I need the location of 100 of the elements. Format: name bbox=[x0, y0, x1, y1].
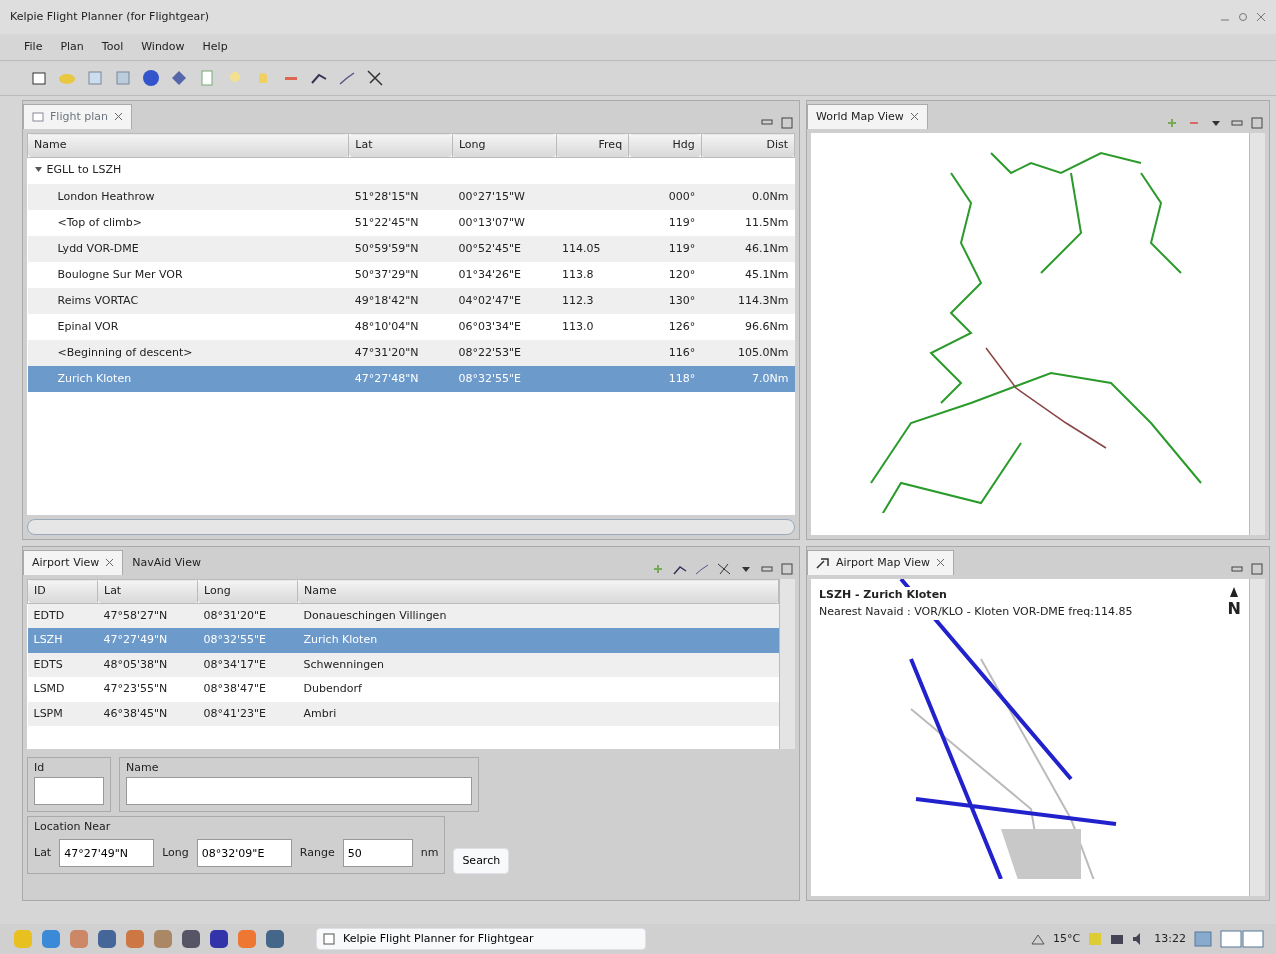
tree-group[interactable]: EGLL to LSZH bbox=[33, 161, 122, 178]
table-cell: 01°34'26"E bbox=[452, 261, 557, 288]
table-cell: 47°27'48"N bbox=[348, 365, 453, 392]
view-tab[interactable]: Airport View bbox=[23, 549, 124, 575]
table-cell: Ambri bbox=[297, 701, 779, 726]
minimize-icon[interactable] bbox=[1231, 118, 1243, 128]
column-header[interactable]: Long bbox=[197, 579, 298, 603]
table-cell: Zurich Kloten bbox=[27, 365, 349, 392]
route-delete-icon[interactable] bbox=[366, 69, 384, 87]
table-cell: 45.1Nm bbox=[701, 261, 795, 288]
column-header[interactable]: Dist bbox=[701, 133, 795, 157]
table-cell: Dubendorf bbox=[297, 677, 779, 702]
table-cell: 000° bbox=[628, 183, 702, 210]
route-delete-icon[interactable] bbox=[717, 563, 731, 575]
north-arrow-icon bbox=[1230, 587, 1239, 597]
table-cell: 119° bbox=[628, 235, 702, 262]
new-file-icon[interactable] bbox=[30, 69, 48, 87]
taskbar-button[interactable]: Kelpie Flight Planner for Flightgear bbox=[316, 927, 646, 951]
long-field[interactable]: 08°32'09"E bbox=[196, 839, 292, 867]
close-icon[interactable] bbox=[935, 558, 945, 568]
temperature-text: 15°C bbox=[1053, 930, 1081, 947]
table-cell: 49°18'42"N bbox=[348, 287, 453, 314]
table-cell: 04°02'47"E bbox=[452, 287, 557, 314]
table-cell: Zurich Kloten bbox=[297, 628, 779, 653]
menu-item[interactable]: Window bbox=[141, 38, 185, 56]
id-field[interactable] bbox=[34, 776, 104, 805]
table-cell: 08°34'17"E bbox=[197, 652, 298, 677]
table-cell: 50°37'29"N bbox=[348, 261, 453, 288]
table-cell: 00°13'07"W bbox=[452, 209, 557, 236]
column-header[interactable]: Freq bbox=[556, 133, 629, 157]
table-cell: 08°22'53"E bbox=[452, 339, 557, 366]
document-icon[interactable] bbox=[198, 69, 216, 87]
pager-icon[interactable] bbox=[1220, 930, 1264, 948]
maximize-icon[interactable] bbox=[781, 563, 793, 575]
view-tab[interactable]: World Map View bbox=[807, 103, 928, 129]
north-label: N bbox=[1227, 598, 1241, 620]
table-cell: 126° bbox=[628, 313, 702, 340]
menu-item[interactable]: Tool bbox=[101, 38, 124, 56]
table-cell: 47°58'27"N bbox=[97, 603, 198, 628]
column-header[interactable]: Long bbox=[452, 133, 557, 157]
table-cell: 46.1Nm bbox=[701, 235, 795, 262]
minimize-icon[interactable] bbox=[761, 117, 773, 127]
table-cell: EDTS bbox=[27, 652, 98, 677]
table-cell: <Beginning of descent> bbox=[27, 339, 349, 366]
menu-item[interactable]: File bbox=[24, 38, 43, 56]
table-cell: 11.5Nm bbox=[701, 209, 795, 236]
table-cell: 113.8 bbox=[556, 261, 629, 288]
column-header[interactable]: Hdg bbox=[628, 133, 702, 157]
route-add-icon[interactable] bbox=[695, 563, 709, 575]
range-field[interactable]: 50 bbox=[342, 839, 413, 867]
field-label: Id bbox=[34, 760, 46, 776]
globe-icon[interactable] bbox=[142, 69, 160, 87]
field-label: Range bbox=[299, 844, 335, 861]
window-icon bbox=[323, 933, 335, 945]
column-header[interactable]: Lat bbox=[348, 133, 453, 157]
table-cell: LSZH bbox=[27, 628, 98, 653]
field-label: Long bbox=[162, 844, 189, 861]
table-cell: Epinal VOR bbox=[27, 313, 349, 340]
table-cell: 47°27'49"N bbox=[97, 628, 198, 653]
minimize-icon[interactable] bbox=[761, 564, 773, 574]
route-icon[interactable] bbox=[673, 563, 687, 575]
close-icon[interactable] bbox=[105, 558, 115, 568]
minimize-icon[interactable] bbox=[1231, 564, 1243, 574]
table-cell: LSPM bbox=[27, 701, 98, 726]
diamond-icon[interactable] bbox=[170, 69, 188, 87]
table-cell: 00°52'45"E bbox=[452, 235, 557, 262]
column-header[interactable]: Name bbox=[27, 133, 349, 157]
field-label: Lat bbox=[34, 844, 52, 861]
close-icon[interactable] bbox=[113, 112, 123, 122]
close-icon[interactable] bbox=[1256, 12, 1266, 22]
maximize-icon[interactable] bbox=[1238, 12, 1248, 22]
weather-icon bbox=[1031, 933, 1046, 945]
maximize-icon[interactable] bbox=[781, 117, 793, 129]
view-tab[interactable]: Flight plan bbox=[23, 103, 132, 129]
menu-item[interactable]: Help bbox=[202, 38, 228, 56]
close-icon[interactable] bbox=[909, 112, 919, 122]
table-cell: Boulogne Sur Mer VOR bbox=[27, 261, 349, 288]
window-title: Kelpie Flight Planner (for Flightgear) bbox=[10, 8, 210, 25]
table-cell: 47°23'55"N bbox=[97, 677, 198, 702]
pin-icon bbox=[816, 556, 830, 569]
column-header[interactable]: ID bbox=[27, 579, 98, 603]
table-cell: 08°32'55"E bbox=[197, 628, 298, 653]
maximize-icon[interactable] bbox=[1251, 117, 1263, 129]
search-button[interactable]: Search bbox=[453, 847, 510, 874]
table-cell: 00°27'15"W bbox=[452, 183, 557, 210]
table-cell: 119° bbox=[628, 209, 702, 236]
table-cell: Schwenningen bbox=[297, 652, 779, 677]
lat-field[interactable]: 47°27'49"N bbox=[59, 839, 155, 867]
table-cell: 118° bbox=[628, 365, 702, 392]
table-cell: 112.3 bbox=[556, 287, 629, 314]
column-header[interactable]: Name bbox=[297, 579, 779, 603]
route-add-icon[interactable] bbox=[338, 69, 356, 87]
column-header[interactable]: Lat bbox=[97, 579, 198, 603]
table-cell: 08°31'20"E bbox=[197, 603, 298, 628]
name-field[interactable] bbox=[126, 776, 472, 805]
maximize-icon[interactable] bbox=[1251, 563, 1263, 575]
menu-item[interactable]: Plan bbox=[60, 38, 84, 56]
table-cell: 08°41'23"E bbox=[197, 701, 298, 726]
view-tab[interactable]: NavAid View bbox=[123, 549, 210, 575]
view-tab[interactable]: Airport Map View bbox=[807, 549, 954, 575]
